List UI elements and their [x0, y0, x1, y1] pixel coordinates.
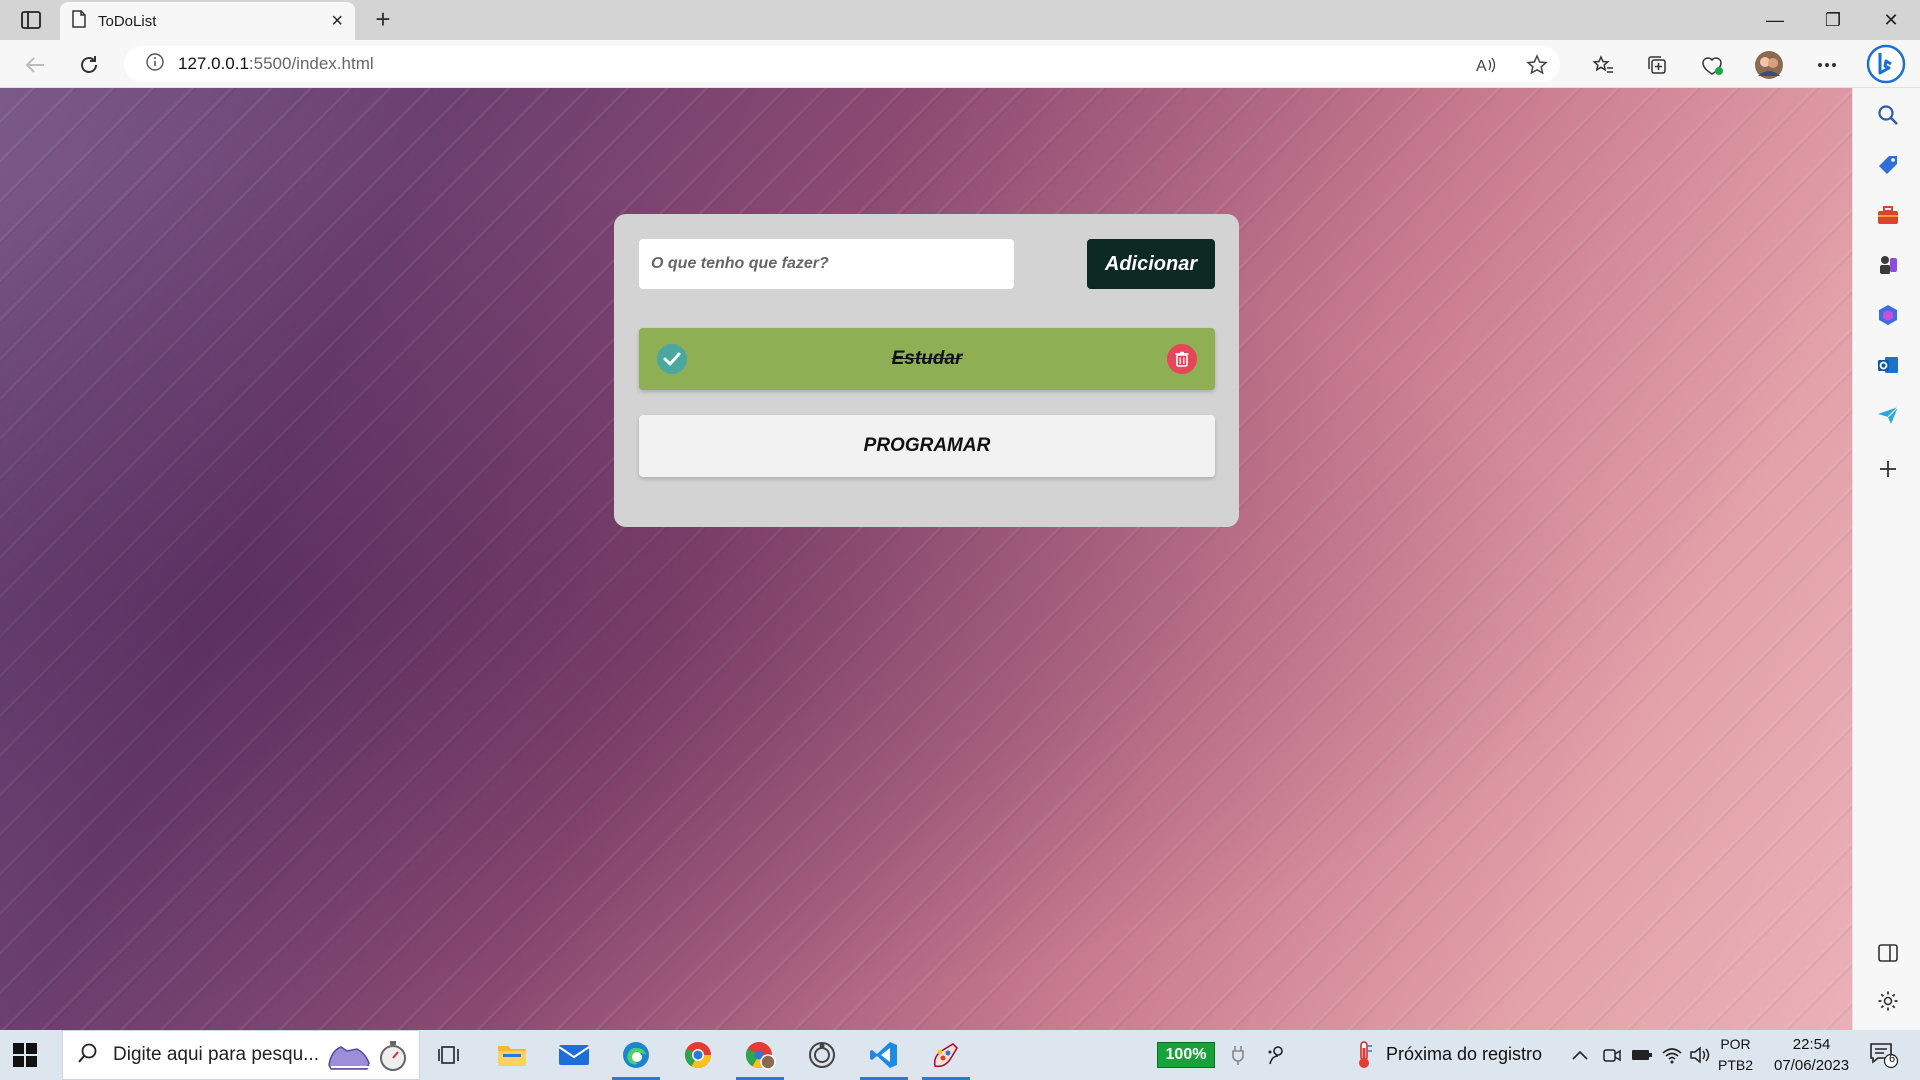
read-aloud-icon[interactable]: A — [1472, 50, 1502, 80]
favorite-star-icon[interactable] — [1522, 50, 1552, 80]
weather-text[interactable]: Próxima do registro — [1386, 1044, 1542, 1065]
url-host: 127.0.0.1 — [178, 54, 249, 73]
tab-close-icon[interactable]: × — [331, 11, 343, 31]
browser-tab-bar: ToDoList × + — ❐ ✕ — [0, 0, 1920, 40]
outlook-icon[interactable] — [1875, 352, 1901, 378]
site-info-icon[interactable] — [146, 52, 164, 76]
notification-center-icon[interactable]: 6 — [1866, 1038, 1902, 1072]
task-view-icon[interactable] — [432, 1038, 468, 1072]
obs-studio-icon[interactable] — [804, 1038, 840, 1072]
windows-start-icon[interactable] — [12, 1042, 38, 1068]
chevron-up-icon[interactable] — [1562, 1038, 1598, 1072]
minimize-button[interactable]: — — [1746, 0, 1804, 40]
chrome-icon[interactable] — [680, 1038, 716, 1072]
maximize-button[interactable]: ❐ — [1804, 0, 1862, 40]
settings-gear-icon[interactable] — [1875, 988, 1901, 1014]
notification-count: 6 — [1889, 1053, 1896, 1065]
paint-app-icon[interactable] — [922, 1038, 970, 1080]
tools-briefcase-icon[interactable] — [1875, 202, 1901, 228]
address-bar-row: 127.0.0.1:5500/index.html A — [0, 40, 1920, 88]
bing-chat-icon[interactable] — [1866, 44, 1906, 84]
power-plug-icon — [1220, 1038, 1256, 1072]
file-explorer-icon[interactable] — [494, 1038, 530, 1072]
add-task-button[interactable]: Adicionar — [1087, 239, 1215, 289]
send-icon[interactable] — [1875, 402, 1901, 428]
todo-card: Adicionar Estudar PROGRAMAR — [614, 214, 1239, 527]
people-search-icon[interactable] — [1258, 1038, 1294, 1072]
task-item-pending[interactable]: PROGRAMAR — [639, 415, 1215, 477]
thermometer-icon[interactable] — [1346, 1038, 1382, 1072]
edge-sidebar — [1852, 88, 1920, 1030]
edge-icon[interactable] — [612, 1038, 660, 1080]
shopping-tag-icon[interactable] — [1875, 152, 1901, 178]
task-label: Estudar — [891, 348, 963, 369]
mail-icon[interactable] — [556, 1038, 592, 1072]
url-text: 127.0.0.1:5500/index.html — [178, 54, 374, 74]
clock-time: 22:54 — [1792, 1036, 1831, 1053]
task-input[interactable] — [639, 239, 1014, 289]
profile-avatar[interactable] — [1754, 50, 1784, 80]
more-options-icon[interactable] — [1812, 50, 1842, 80]
refresh-icon[interactable] — [74, 50, 104, 80]
stopwatch-icon — [377, 1039, 409, 1078]
search-icon[interactable] — [1875, 102, 1901, 128]
clock[interactable]: 22:54 07/06/2023 — [1774, 1034, 1849, 1076]
microsoft-365-icon[interactable] — [1875, 302, 1901, 328]
keyboard-layout: PTB2 — [1718, 1057, 1754, 1073]
hide-sidebar-icon[interactable] — [1875, 940, 1901, 966]
windows-taskbar: Digite aqui para pesqu... 100% Próxima d… — [0, 1030, 1920, 1080]
tab-actions-icon[interactable] — [14, 8, 48, 32]
search-highlight-sneaker-icon — [325, 1037, 373, 1080]
browser-essentials-icon[interactable] — [1697, 50, 1727, 80]
taskbar-search[interactable]: Digite aqui para pesqu... — [62, 1030, 420, 1080]
battery-indicator[interactable]: 100% — [1157, 1042, 1215, 1068]
volume-icon[interactable] — [1682, 1038, 1718, 1072]
check-icon[interactable] — [657, 344, 687, 374]
tab-title: ToDoList — [98, 12, 157, 30]
task-label: PROGRAMAR — [863, 435, 991, 456]
collections-icon[interactable] — [1642, 50, 1672, 80]
trash-icon[interactable] — [1167, 344, 1197, 374]
clock-date: 07/06/2023 — [1774, 1057, 1850, 1074]
add-sidebar-app-icon[interactable] — [1875, 456, 1901, 482]
page-icon — [72, 9, 86, 33]
task-item-done[interactable]: Estudar — [639, 328, 1215, 390]
search-placeholder: Digite aqui para pesqu... — [113, 1044, 319, 1065]
games-icon[interactable] — [1875, 252, 1901, 278]
close-window-button[interactable]: ✕ — [1862, 0, 1920, 40]
search-icon — [77, 1042, 99, 1069]
svg-text:A: A — [1476, 58, 1487, 74]
url-field[interactable]: 127.0.0.1:5500/index.html — [124, 46, 1560, 82]
new-tab-button[interactable]: + — [368, 4, 398, 35]
browser-tab[interactable]: ToDoList × — [60, 2, 355, 40]
page-viewport: Adicionar Estudar PROGRAMAR — [0, 88, 1852, 1030]
chrome-profile-icon[interactable] — [736, 1038, 784, 1080]
language-code: POR — [1720, 1036, 1751, 1052]
favorites-icon[interactable] — [1588, 50, 1618, 80]
keyboard-language[interactable]: POR PTB2 — [1718, 1034, 1753, 1076]
back-icon[interactable] — [20, 50, 50, 80]
vscode-icon[interactable] — [860, 1038, 908, 1080]
url-path: :5500/index.html — [248, 54, 374, 73]
